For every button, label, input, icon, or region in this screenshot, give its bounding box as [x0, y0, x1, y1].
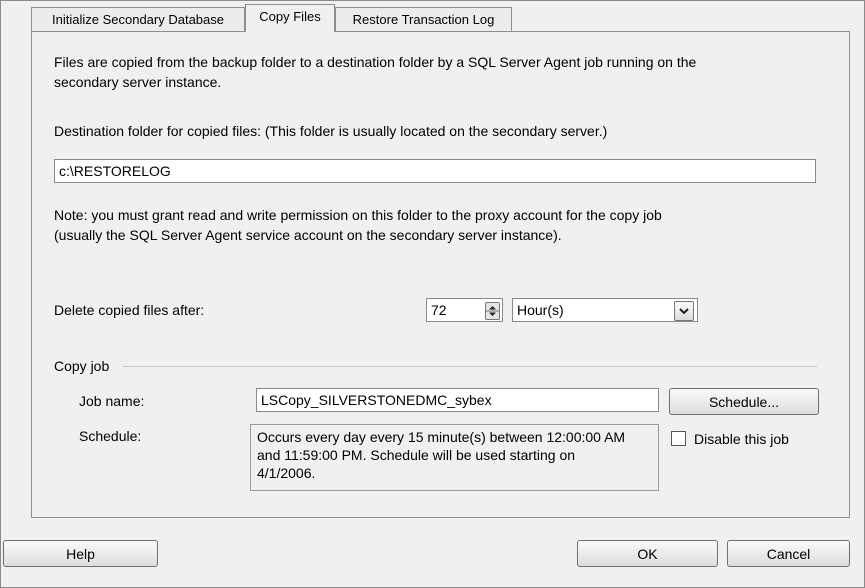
tab-panel-copy-files: Files are copied from the backup folder …: [31, 31, 850, 518]
delete-unit-select[interactable]: Hour(s): [512, 298, 698, 322]
delete-after-value: 72: [431, 302, 447, 318]
cancel-button[interactable]: Cancel: [727, 540, 850, 567]
destination-folder-label: Destination folder for copied files: (Th…: [54, 123, 608, 139]
note-line-2: (usually the SQL Server Agent service ac…: [54, 227, 562, 243]
delete-unit-value: Hour(s): [517, 302, 564, 318]
disable-job-label: Disable this job: [694, 431, 789, 447]
job-name-input[interactable]: LSCopy_SILVERSTONEDMC_sybex: [256, 388, 659, 412]
destination-folder-input[interactable]: c:\RESTORELOG: [54, 159, 816, 183]
description-line-1: Files are copied from the backup folder …: [54, 54, 697, 70]
spin-buttons[interactable]: [485, 302, 500, 320]
job-name-label: Job name:: [79, 393, 145, 409]
schedule-line-3: 4/1/2006.: [257, 465, 316, 481]
dropdown-button[interactable]: [674, 301, 694, 321]
delete-copied-files-label: Delete copied files after:: [54, 302, 205, 318]
schedule-label: Schedule:: [79, 428, 142, 444]
copy-job-group-label: Copy job: [54, 358, 110, 374]
spin-arrows-icon: [486, 306, 499, 316]
disable-job-checkbox[interactable]: [671, 431, 686, 446]
tab-initialize-secondary-database[interactable]: Initialize Secondary Database: [31, 7, 245, 31]
delete-after-spinbox[interactable]: 72: [426, 298, 503, 322]
description-line-2: secondary server instance.: [54, 74, 222, 90]
help-button[interactable]: Help: [3, 540, 158, 567]
tab-restore-transaction-log[interactable]: Restore Transaction Log: [335, 7, 512, 31]
schedule-description: Occurs every day every 15 minute(s) betw…: [250, 424, 659, 491]
tab-copy-files[interactable]: Copy Files: [245, 4, 335, 32]
schedule-line-2: and 11:59:00 PM. Schedule will be used s…: [257, 447, 576, 463]
note-line-1: Note: you must grant read and write perm…: [54, 207, 662, 223]
chevron-down-icon: [679, 308, 689, 315]
ok-button[interactable]: OK: [577, 540, 718, 567]
schedule-line-1: Occurs every day every 15 minute(s) betw…: [257, 429, 626, 445]
group-divider: [123, 366, 817, 367]
schedule-button[interactable]: Schedule...: [669, 388, 819, 415]
